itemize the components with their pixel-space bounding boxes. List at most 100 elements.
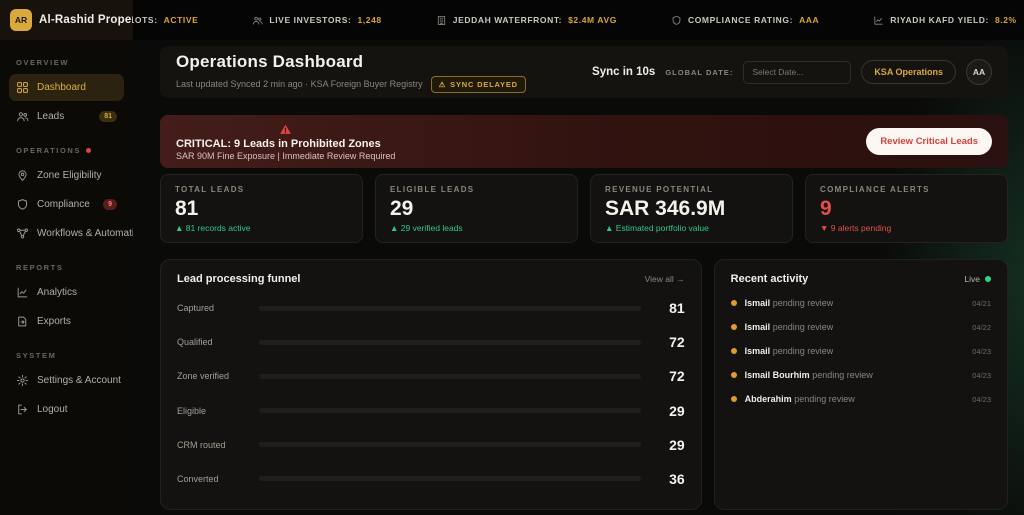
funnel-bar-track <box>259 476 641 482</box>
activity-lead-name: Abderahim <box>744 394 792 404</box>
stat-value: 9 <box>820 197 832 220</box>
stat-value: 29 <box>390 197 414 220</box>
last-updated-text: Last updated Synced 2 min ago · KSA Fore… <box>176 79 423 89</box>
sidebar-item-settings-account[interactable]: Settings & Account <box>9 367 124 394</box>
grid-icon <box>16 81 29 94</box>
sidebar-item-zone-eligibility[interactable]: Zone Eligibility <box>9 162 124 189</box>
pin-icon <box>16 169 29 182</box>
funnel-value: 36 <box>669 470 685 487</box>
activity-action: pending review <box>812 370 873 380</box>
export-icon <box>16 315 29 328</box>
pending-dot-icon <box>730 348 737 354</box>
activity-lead-name: Ismail <box>744 346 771 356</box>
brand-logo: AR <box>10 9 32 31</box>
activity-list-item[interactable]: Ismail pending review 04/21 <box>730 291 991 315</box>
sidebar-item-compliance[interactable]: Compliance 9 <box>9 191 124 218</box>
funnel-row: Captured 81 <box>177 300 685 316</box>
activity-date: 04/22 <box>972 322 991 332</box>
funnel-panel: Lead processing funnel View all → Captur… <box>160 259 702 510</box>
alert-dot-icon <box>86 148 92 153</box>
sidebar-item-label: Zone Eligibility <box>37 170 102 181</box>
activity-list-item[interactable]: Abderahim pending review 04/23 <box>730 387 991 411</box>
activity-action: pending review <box>772 322 834 332</box>
warning-icon: ⚠ <box>438 79 447 89</box>
page-header: Operations Dashboard Last updated Synced… <box>160 46 1008 98</box>
sidebar-section: REPORTS Analytics Exports <box>9 263 124 335</box>
pending-dot-icon <box>730 300 737 306</box>
sidebar-section: OVERVIEW Dashboard Leads 81 <box>9 58 124 130</box>
ksa-operations-button[interactable]: KSA Operations <box>861 60 956 84</box>
sync-delayed-badge: ⚠ SYNC DELAYED <box>430 75 526 93</box>
sidebar-section-title: OVERVIEW <box>16 58 70 67</box>
page-title: Operations Dashboard <box>176 51 364 71</box>
users-icon <box>252 15 263 26</box>
sidebar-item-label: Exports <box>37 316 71 327</box>
recent-activity-panel: Recent activity Live Ismail pending revi… <box>713 259 1008 510</box>
funnel-bar-track <box>259 339 641 345</box>
funnel-value: 29 <box>669 436 685 453</box>
sidebar-section-title: OPERATIONS <box>16 146 117 155</box>
sidebar-item-exports[interactable]: Exports <box>9 308 124 335</box>
activity-list-item[interactable]: Ismail pending review 04/23 <box>730 339 991 363</box>
ticker-label: NEOM PLOTS: <box>133 15 158 25</box>
stat-card: REVENUE POTENTIAL SAR 346.9M ▲ Estimated… <box>590 174 793 243</box>
pending-dot-icon <box>730 396 737 402</box>
sidebar-section: OPERATIONS Zone Eligibility Compliance 9… <box>9 146 145 247</box>
global-date-label: GLOBAL DATE: <box>665 67 734 77</box>
sidebar-item-label: Dashboard <box>37 82 86 93</box>
funnel-rows: Captured 81 Qualified 72 Zone verified 7… <box>177 291 685 496</box>
activity-date: 04/23 <box>972 370 991 380</box>
activity-action: pending review <box>772 346 834 356</box>
stat-value: 81 <box>175 197 199 220</box>
funnel-value: 72 <box>669 368 685 385</box>
stat-card: COMPLIANCE ALERTS 9 ▼ 9 alerts pending <box>805 174 1008 243</box>
sidebar-item-workflows-automation[interactable]: Workflows & Automation <box>9 220 145 247</box>
activity-action: pending review <box>794 394 855 404</box>
funnel-value: 81 <box>669 300 685 317</box>
sidebar-badge: 81 <box>99 111 117 122</box>
funnel-stage-label: CRM routed <box>177 439 226 450</box>
sidebar-item-leads[interactable]: Leads 81 <box>9 103 124 130</box>
funnel-bar-track <box>259 442 641 448</box>
funnel-bar-track <box>259 408 641 414</box>
ticker-label: COMPLIANCE RATING: <box>687 15 794 25</box>
date-picker-input[interactable] <box>743 60 852 84</box>
pending-dot-icon <box>730 372 737 378</box>
review-critical-leads-button[interactable]: Review Critical Leads <box>866 128 992 155</box>
ticker-value: 1,248 <box>357 15 382 25</box>
activity-action: pending review <box>772 298 834 308</box>
sidebar-item-analytics[interactable]: Analytics <box>9 279 124 306</box>
ticker-label: JEDDAH WATERFRONT: <box>452 15 563 25</box>
ticker-item: NEOM PLOTS: ACTIVE <box>133 15 198 26</box>
funnel-row: Qualified 72 <box>177 334 685 350</box>
chart-icon <box>873 15 884 26</box>
ticker-value: 8.2% <box>994 15 1017 25</box>
stat-label: ELIGIBLE LEADS <box>390 185 475 194</box>
activity-lead-name: Ismail <box>744 298 771 308</box>
funnel-stage-label: Zone verified <box>177 371 230 382</box>
funnel-stage-label: Converted <box>177 473 219 484</box>
stat-note: ▲ 81 records active <box>175 223 251 234</box>
sidebar-badge: 9 <box>103 199 117 210</box>
stat-card: TOTAL LEADS 81 ▲ 81 records active <box>160 174 363 243</box>
logout-icon <box>16 403 29 416</box>
stat-label: COMPLIANCE ALERTS <box>820 185 930 194</box>
alert-triangle-icon <box>176 123 395 136</box>
activity-list-item[interactable]: Ismail Bourhim pending review 04/23 <box>730 363 991 387</box>
stat-note: ▼ 9 alerts pending <box>820 223 892 234</box>
funnel-title: Lead processing funnel <box>177 273 301 285</box>
activity-list-item[interactable]: Ismail pending review 04/22 <box>730 315 991 339</box>
view-all-link[interactable]: View all → <box>645 274 685 284</box>
sidebar-item-dashboard[interactable]: Dashboard <box>9 74 124 101</box>
activity-title: Recent activity <box>730 273 809 285</box>
ticker-item: COMPLIANCE RATING: AAA <box>671 15 819 26</box>
sidebar-item-label: Compliance <box>37 199 90 210</box>
sidebar-item-label: Settings & Account <box>37 375 121 386</box>
activity-lead-name: Ismail Bourhim <box>744 370 810 380</box>
stat-cards-row: TOTAL LEADS 81 ▲ 81 records active ELIGI… <box>160 174 1008 243</box>
avatar[interactable]: AA <box>966 59 992 85</box>
activity-list: Ismail pending review 04/21 Ismail pendi… <box>730 291 991 411</box>
sidebar-nav: OVERVIEW Dashboard Leads 81 OPERATIONS Z… <box>0 40 145 515</box>
brand-header: AR Al-Rashid Properties <box>0 0 157 40</box>
sidebar-item-logout[interactable]: Logout <box>9 396 124 423</box>
